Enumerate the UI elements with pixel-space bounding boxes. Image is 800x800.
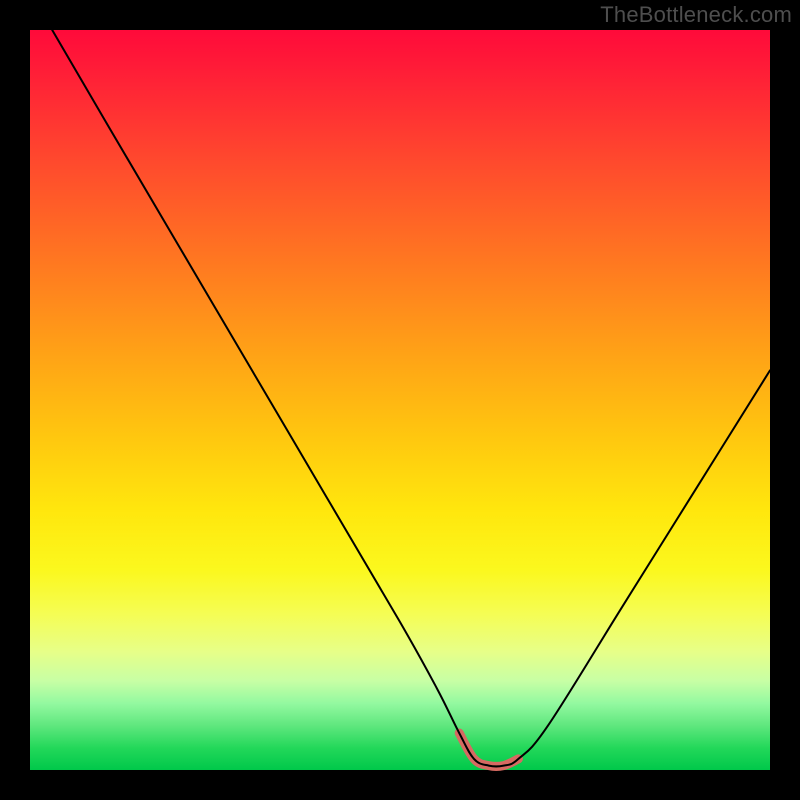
chart-frame: TheBottleneck.com [0, 0, 800, 800]
watermark-text: TheBottleneck.com [600, 2, 792, 28]
curve-layer [30, 30, 770, 770]
plot-area [30, 30, 770, 770]
main-curve-path [52, 30, 770, 767]
